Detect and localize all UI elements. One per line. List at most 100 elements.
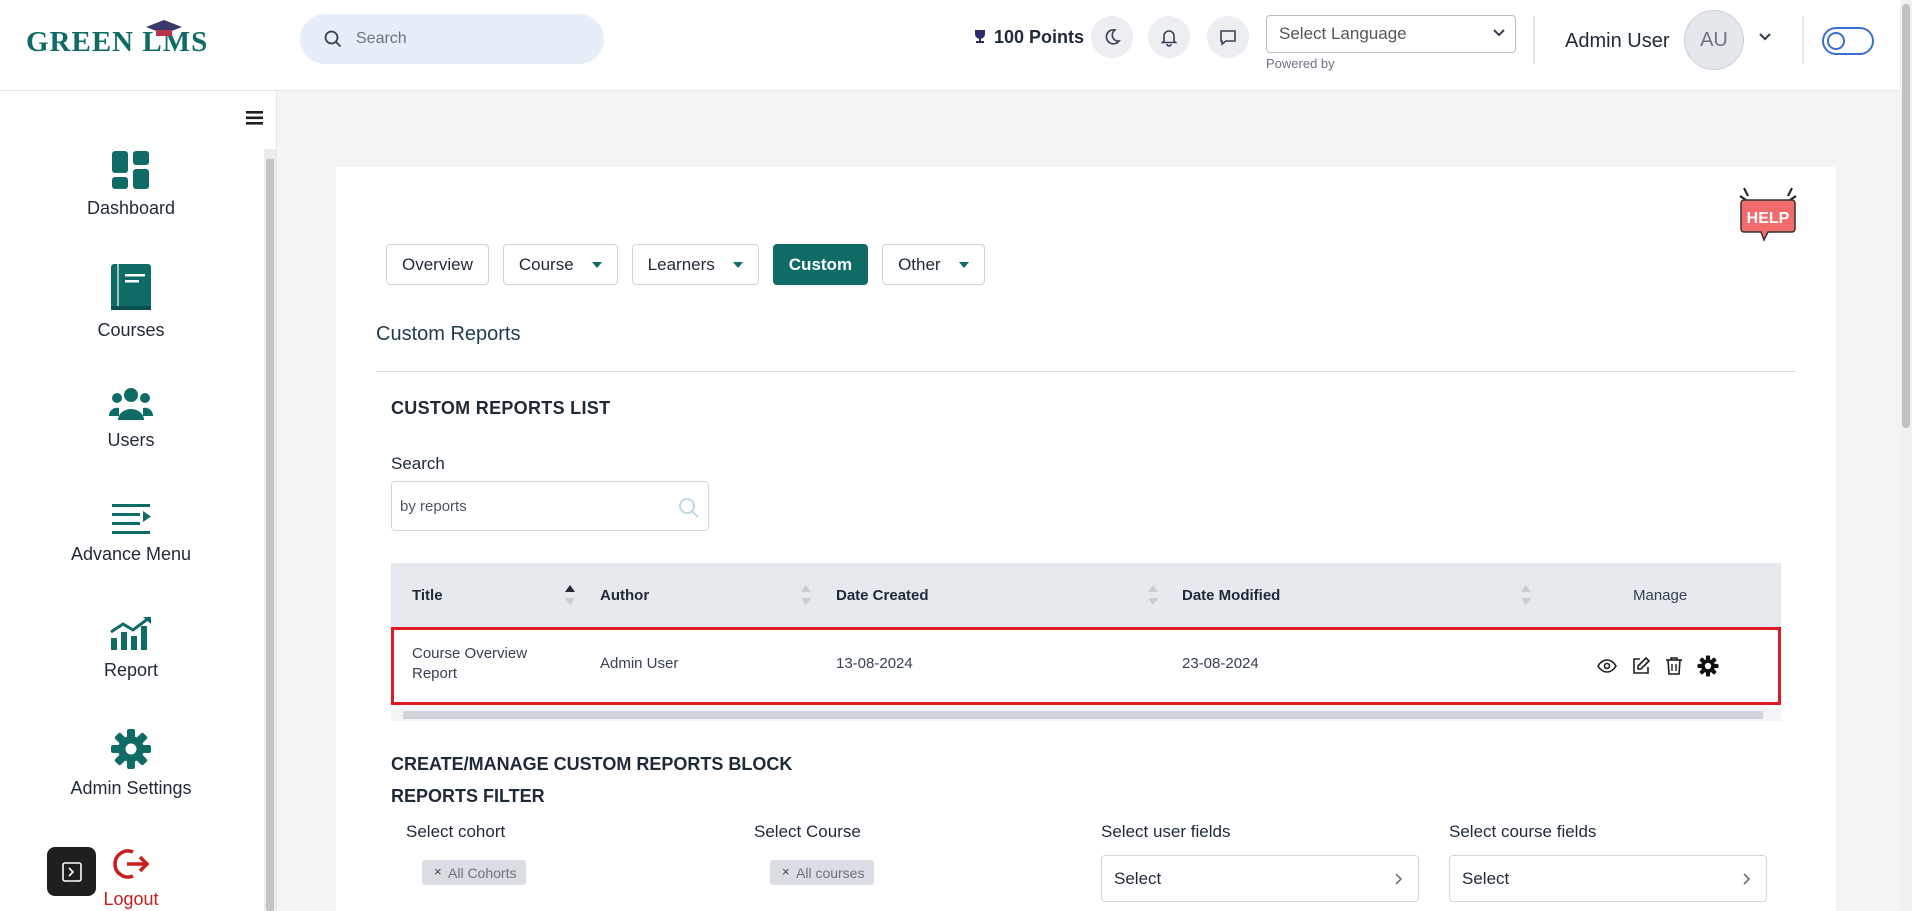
tab-label: Course xyxy=(518,254,574,274)
user-name[interactable]: Admin User xyxy=(1565,30,1669,53)
cell-date-modified: 23-08-2024 xyxy=(1182,655,1259,672)
settings-button[interactable] xyxy=(1697,655,1719,677)
column-header-date-created[interactable]: Date Created xyxy=(836,587,929,604)
edit-icon xyxy=(1633,656,1651,674)
language-select[interactable]: Select Language xyxy=(1266,15,1516,53)
tab-label: Overview xyxy=(402,254,473,274)
course-chip[interactable]: × All courses xyxy=(770,860,875,885)
delete-button[interactable] xyxy=(1665,656,1683,676)
moon-icon xyxy=(1105,29,1121,45)
divider xyxy=(376,371,1796,372)
trophy-icon xyxy=(975,30,985,43)
view-button[interactable] xyxy=(1597,658,1617,674)
sidebar-item-label: Advance Menu xyxy=(70,544,192,564)
caret-down-icon xyxy=(958,261,969,268)
dark-mode-button[interactable] xyxy=(1091,16,1133,58)
reports-table: Title Author Date Created Date Modified … xyxy=(391,563,1781,721)
caret-down-icon xyxy=(732,261,743,268)
remove-icon[interactable]: × xyxy=(782,864,790,879)
search-input[interactable] xyxy=(356,30,576,48)
trash-icon xyxy=(1666,657,1682,675)
logo[interactable]: GREEN LMS xyxy=(26,20,208,62)
cohort-chip-label: All Cohorts xyxy=(448,864,517,881)
course-fields-select[interactable]: Select xyxy=(1449,855,1767,902)
notifications-button[interactable] xyxy=(1148,16,1190,58)
sidebar-item-users[interactable]: Users xyxy=(0,386,262,451)
messages-button[interactable] xyxy=(1207,16,1249,58)
course-chip-label: All courses xyxy=(796,864,865,881)
terminal-icon xyxy=(61,861,82,882)
sidebar-item-logout[interactable]: Logout xyxy=(0,847,262,910)
tab-learners[interactable]: Learners xyxy=(631,244,759,285)
sidebar-item-courses[interactable]: Courses xyxy=(0,262,262,341)
chevron-right-icon xyxy=(1395,873,1403,885)
theme-toggle[interactable] xyxy=(1822,27,1874,55)
column-header-manage: Manage xyxy=(1633,587,1688,604)
hamburger-menu-icon[interactable] xyxy=(245,109,265,127)
column-header-date-modified[interactable]: Date Modified xyxy=(1182,587,1280,604)
eye-icon xyxy=(1597,659,1617,673)
help-icon[interactable]: HELP xyxy=(1738,186,1798,246)
sidebar-item-advance-menu[interactable]: Advance Menu xyxy=(0,502,262,565)
block-title: CREATE/MANAGE CUSTOM REPORTS BLOCK xyxy=(391,754,793,774)
course-fields-value: Select xyxy=(1462,868,1510,888)
chevron-down-icon[interactable] xyxy=(1758,32,1772,42)
chevron-down-icon xyxy=(1493,29,1505,37)
terminal-button[interactable] xyxy=(47,847,96,896)
avatar-initials: AU xyxy=(1700,28,1728,51)
gear-icon xyxy=(1697,655,1719,677)
table-horizontal-scrollbar[interactable] xyxy=(391,709,1781,721)
column-header-title[interactable]: Title xyxy=(412,587,443,604)
avatar[interactable]: AU xyxy=(1684,10,1744,70)
graduation-cap-icon xyxy=(146,20,182,36)
divider xyxy=(1533,16,1535,64)
sidebar-scrollbar[interactable] xyxy=(264,149,276,911)
search-icon xyxy=(679,498,699,518)
sort-icon[interactable] xyxy=(1148,584,1158,606)
points-text: 100 Points xyxy=(994,26,1085,47)
cohort-chip[interactable]: × All Cohorts xyxy=(422,860,527,885)
chevron-right-icon xyxy=(1743,873,1751,885)
sidebar-item-label: Courses xyxy=(97,320,165,340)
filter-title: REPORTS FILTER xyxy=(391,786,545,806)
tab-course[interactable]: Course xyxy=(502,244,618,285)
edit-button[interactable] xyxy=(1631,656,1651,676)
language-select-value: Select Language xyxy=(1279,24,1407,43)
column-header-author[interactable]: Author xyxy=(600,587,649,604)
points-display: 100 Points xyxy=(972,24,1084,50)
sort-icon[interactable] xyxy=(565,584,575,606)
cell-title-line1: Course Overview xyxy=(412,645,528,662)
user-fields-label: Select user fields xyxy=(1101,822,1231,841)
cell-author: Admin User xyxy=(600,655,679,672)
table-row[interactable]: Course Overview Report Admin User 13-08-… xyxy=(391,627,1781,705)
tab-label: Learners xyxy=(647,254,715,274)
top-header: GREEN LMS 100 Points xyxy=(0,0,1912,91)
user-fields-value: Select xyxy=(1114,868,1162,888)
gear-icon xyxy=(111,729,151,769)
table-header: Title Author Date Created Date Modified … xyxy=(391,563,1781,627)
page-title: Custom Reports xyxy=(376,323,521,345)
tab-custom[interactable]: Custom xyxy=(772,244,869,285)
sidebar-item-admin-settings[interactable]: Admin Settings xyxy=(0,728,262,799)
tab-label: Other xyxy=(898,254,941,274)
logout-icon xyxy=(113,849,150,879)
sidebar-item-dashboard[interactable]: Dashboard xyxy=(0,150,262,219)
report-search-box[interactable] xyxy=(391,481,709,531)
remove-icon[interactable]: × xyxy=(434,864,442,879)
global-search[interactable] xyxy=(300,14,604,64)
sort-icon[interactable] xyxy=(801,584,811,606)
tab-overview[interactable]: Overview xyxy=(386,244,489,285)
sidebar-item-report[interactable]: Report xyxy=(0,616,262,681)
sidebar-item-label: Users xyxy=(107,430,155,450)
report-search-input[interactable] xyxy=(400,497,670,515)
menu-list-icon xyxy=(112,504,151,534)
tab-other[interactable]: Other xyxy=(882,244,985,285)
course-label: Select Course xyxy=(754,822,861,841)
sort-icon[interactable] xyxy=(1521,584,1531,606)
search-icon xyxy=(324,30,342,48)
user-fields-select[interactable]: Select xyxy=(1101,855,1419,902)
sidebar-item-label: Logout xyxy=(103,889,159,909)
book-icon xyxy=(111,264,151,310)
list-title: CUSTOM REPORTS LIST xyxy=(391,398,611,418)
page-scrollbar[interactable] xyxy=(1900,0,1912,911)
